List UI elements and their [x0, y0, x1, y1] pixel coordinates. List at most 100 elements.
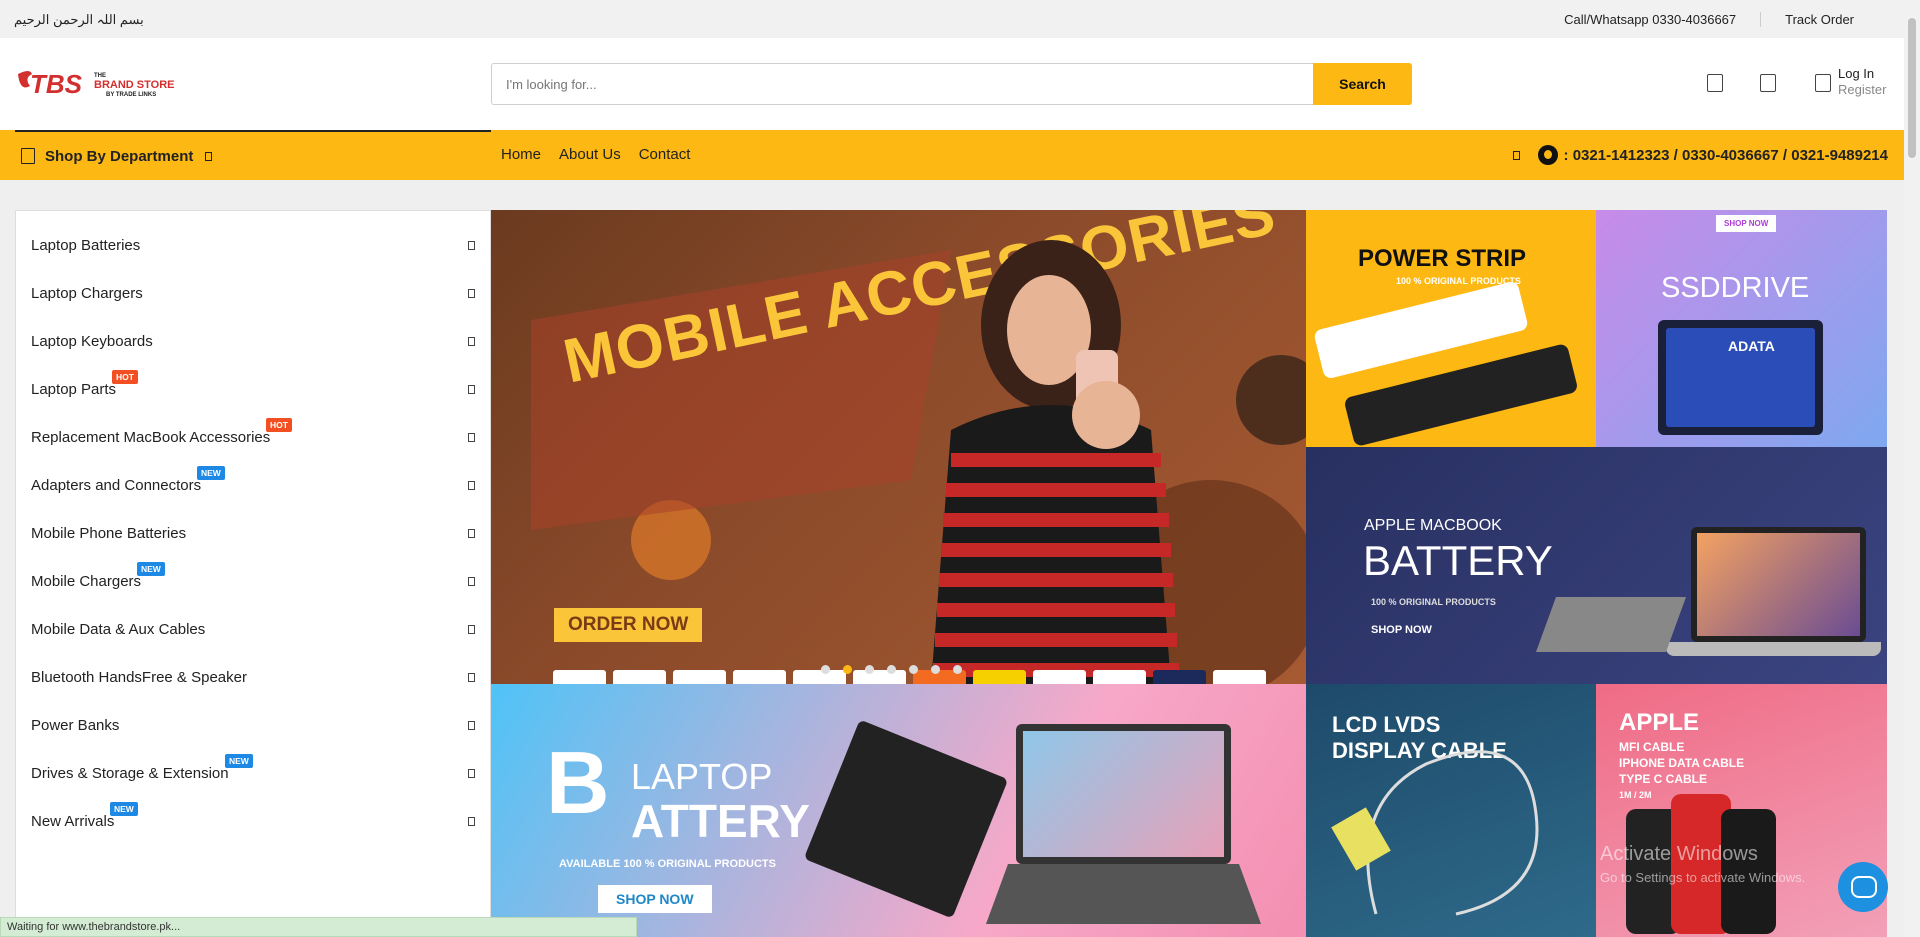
chevron-down-icon: [205, 151, 213, 161]
phone-numbers-text: : 0321-1412323 / 0330-4036667 / 0321-948…: [1563, 146, 1888, 164]
chevron-right-icon: [468, 433, 475, 442]
macbook-shop-now[interactable]: SHOP NOW: [1371, 624, 1432, 636]
category-item[interactable]: Mobile Chargers NEW: [16, 562, 490, 615]
svg-text:BRAND STORE: BRAND STORE: [94, 79, 174, 91]
search-button[interactable]: Search: [1313, 63, 1412, 105]
whatsapp-icon: [1537, 145, 1558, 165]
login-link[interactable]: Log In: [1838, 66, 1886, 82]
chevron-right-icon: [468, 385, 475, 394]
chevron-right-icon: [468, 817, 475, 826]
category-label: Mobile Data & Aux Cables: [31, 621, 206, 638]
nav-home[interactable]: Home: [501, 146, 541, 163]
call-whatsapp-link[interactable]: Call/Whatsapp 0330-4036667: [1540, 12, 1760, 27]
new-badge: NEW: [225, 754, 253, 768]
activate-windows-sub: Go to Settings to activate Windows.: [1600, 870, 1806, 885]
laptop-battery-shop-now[interactable]: SHOP NOW: [598, 885, 712, 913]
category-item[interactable]: Laptop Chargers: [16, 279, 490, 327]
scrollbar-thumb[interactable]: [1908, 18, 1916, 158]
battery-image: [1535, 597, 1687, 652]
laptop-battery-title1: LAPTOP: [631, 756, 773, 797]
new-badge: NEW: [137, 562, 165, 576]
search-input[interactable]: [491, 63, 1313, 105]
laptop-display-image: [1016, 724, 1231, 864]
category-item[interactable]: Power Banks: [16, 711, 490, 759]
category-item[interactable]: Mobile Phone Batteries: [16, 519, 490, 567]
chevron-right-icon: [468, 673, 475, 682]
carousel-dots[interactable]: [821, 665, 962, 674]
bismillah-text: بسم اللہ الرحمن الرحیم: [14, 12, 144, 27]
battery-pack-image: [803, 719, 1009, 919]
ssd-shop-now[interactable]: SHOP NOW: [1716, 215, 1777, 232]
chat-widget-button[interactable]: [1838, 862, 1888, 912]
chevron-right-icon: [468, 529, 475, 538]
category-label: Power Banks: [31, 717, 120, 734]
category-label: Laptop Chargers: [31, 285, 143, 302]
macbook-title: BATTERY: [1363, 537, 1553, 584]
new-badge: NEW: [110, 802, 138, 816]
category-item[interactable]: Laptop Keyboards: [16, 327, 490, 375]
category-label: Bluetooth HandsFree & Speaker: [31, 669, 247, 686]
nav-contact[interactable]: Contact: [639, 146, 691, 163]
laptop-battery-b: B: [546, 733, 610, 832]
brand-logo[interactable]: TBS THE BRAND STORE BY TRADE LINKS: [16, 66, 178, 102]
category-item[interactable]: Laptop Parts HOT: [16, 370, 490, 423]
chevron-right-icon: [468, 481, 475, 490]
category-item[interactable]: New Arrivals NEW: [16, 802, 490, 855]
chevron-right-icon: [468, 577, 475, 586]
apple-title: APPLE: [1619, 709, 1700, 736]
register-link[interactable]: Register: [1838, 82, 1886, 98]
banner-laptop-battery[interactable]: B LAPTOP ATTERY AVAILABLE 100 % ORIGINAL…: [491, 684, 1306, 937]
top-bar-links: Call/Whatsapp 0330-4036667 Track Order: [1540, 12, 1878, 27]
top-bar: بسم اللہ الرحمن الرحیم Call/Whatsapp 033…: [0, 0, 1904, 38]
cable-illustration: [1331, 750, 1539, 916]
laptop-battery-sub: AVAILABLE 100 % ORIGINAL PRODUCTS: [559, 858, 776, 870]
macbook-original: 100 % ORIGINAL PRODUCTS: [1371, 597, 1496, 607]
order-now-button[interactable]: ORDER NOW: [554, 608, 703, 642]
hot-badge: HOT: [112, 370, 138, 384]
category-item[interactable]: Replacement MacBook Accessories HOT: [16, 418, 490, 471]
ssd-title: SSDDRIVE: [1661, 272, 1810, 304]
wishlist-icon[interactable]: [1760, 74, 1776, 92]
category-label: New Arrivals: [31, 813, 115, 830]
shop-by-department-toggle[interactable]: Shop By Department: [15, 130, 491, 180]
compare-icon[interactable]: [1707, 74, 1723, 92]
svg-text:TBS: TBS: [30, 69, 83, 99]
category-label: Laptop Parts: [31, 381, 117, 398]
chevron-right-icon: [468, 241, 475, 250]
menu-icon: [21, 148, 35, 164]
category-item[interactable]: Bluetooth HandsFree & Speaker: [16, 663, 490, 711]
category-sidebar: Laptop Batteries Laptop Chargers Laptop Ke…: [15, 210, 491, 937]
track-order-link[interactable]: Track Order: [1760, 12, 1878, 27]
svg-text:BY TRADE LINKS: BY TRADE LINKS: [106, 92, 156, 98]
chevron-right-icon: [468, 721, 475, 730]
category-label: Adapters and Connectors: [31, 477, 202, 494]
macbook-subtitle: APPLE MACBOOK: [1364, 517, 1502, 534]
ssd-brand: ADATA: [1728, 338, 1775, 354]
browser-status-bar: Waiting for www.thebrandstore.pk...: [0, 917, 637, 937]
banner-power-strip[interactable]: POWER STRIP 100 % ORIGINAL PRODUCTS: [1306, 210, 1596, 447]
category-label: Replacement MacBook Accessories: [31, 429, 271, 446]
hero-banner-mobile-accessories[interactable]: MOBILE ACCESSORIES ORDER NOW: [491, 210, 1306, 684]
banner-macbook-battery[interactable]: APPLE MACBOOK BATTERY 100 % ORIGINAL PRO…: [1306, 447, 1887, 684]
nav-about-us[interactable]: About Us: [559, 146, 621, 163]
search-bar: Search: [491, 63, 1412, 105]
category-item[interactable]: Drives & Storage & Extension NEW: [16, 754, 490, 807]
phone-numbers: : 0321-1412323 / 0330-4036667 / 0321-948…: [1512, 145, 1888, 165]
category-label: Mobile Chargers: [31, 573, 142, 590]
chevron-right-icon: [468, 289, 475, 298]
category-label: Laptop Keyboards: [31, 333, 153, 350]
category-item[interactable]: Mobile Data & Aux Cables: [16, 615, 490, 663]
banner-ssd-drive[interactable]: SHOP NOW SSDDRIVE ADATA: [1596, 210, 1887, 447]
phone-icon: [1512, 150, 1520, 160]
nav-menu: Home About Us Contact: [501, 146, 690, 163]
ssd-product-image: ADATA: [1658, 320, 1823, 435]
banner-lcd-cable[interactable]: LCD LVDS DISPLAY CABLE: [1306, 684, 1596, 937]
chevron-right-icon: [468, 337, 475, 346]
page-scrollbar[interactable]: [1904, 0, 1920, 937]
category-item[interactable]: Laptop Batteries: [16, 231, 490, 279]
user-icon[interactable]: [1815, 74, 1831, 92]
category-item[interactable]: Adapters and Connectors NEW: [16, 466, 490, 519]
login-register[interactable]: Log In Register: [1838, 66, 1886, 98]
laptop-keyboard-image: [986, 864, 1261, 924]
apple-sub-typec: TYPE C CABLE: [1619, 772, 1708, 786]
